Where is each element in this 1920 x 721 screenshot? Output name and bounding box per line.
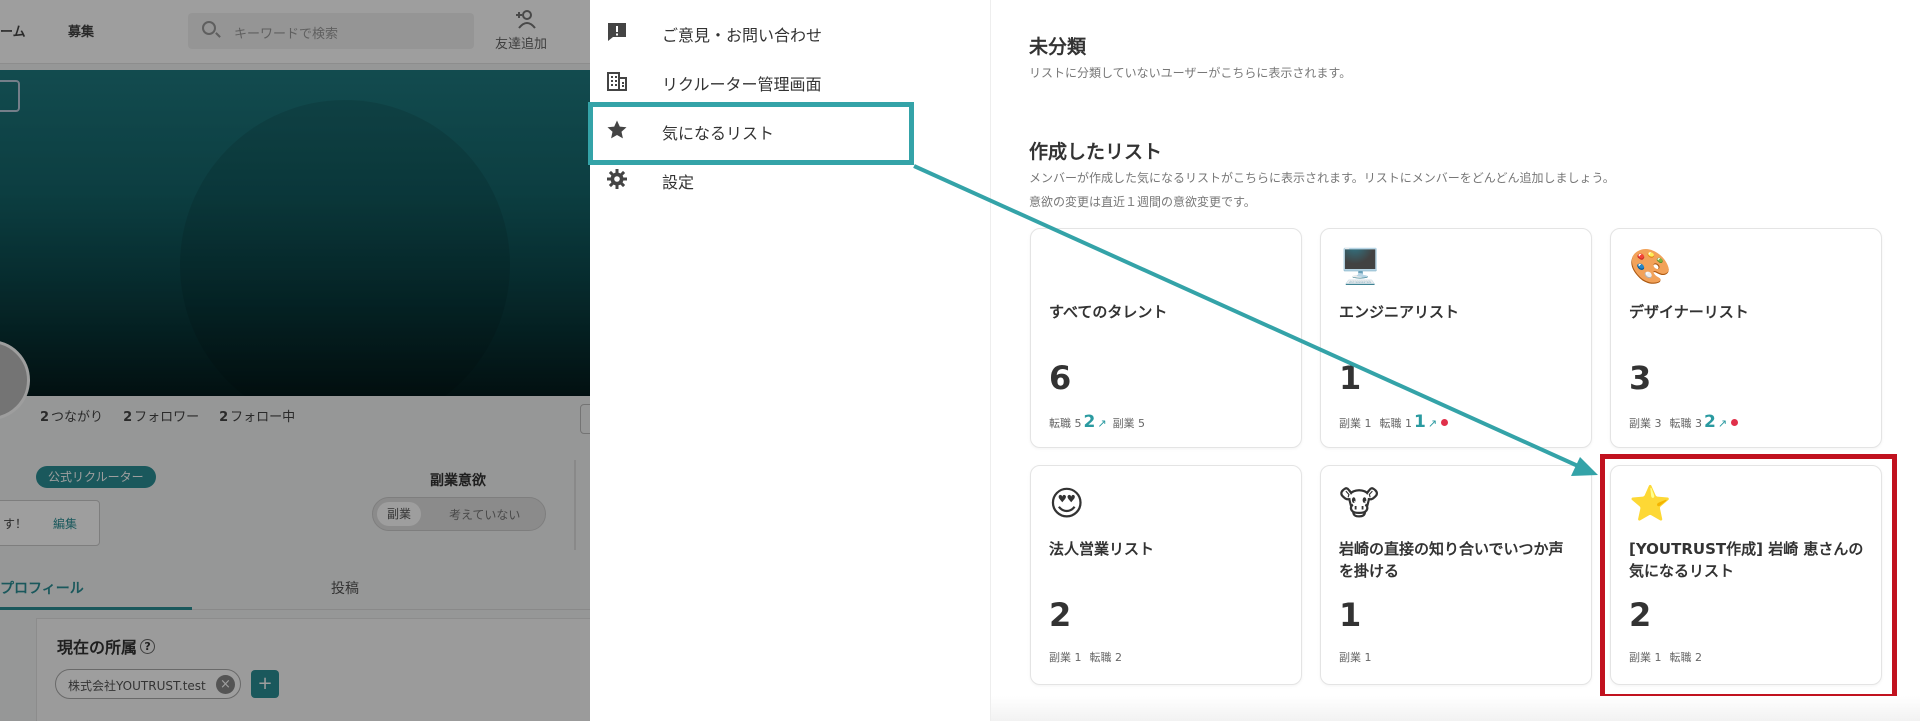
list-card-meta: 副業 1 転職 2 (1049, 651, 1122, 664)
side-job-toggle[interactable]: 副業 考えていない (372, 497, 546, 531)
list-card-iwasaki-contacts[interactable]: 🐮 岩崎の直接の知り合いでいつか声を掛ける 1 副業 1 (1320, 465, 1592, 685)
toggle-option-other[interactable]: 考えていない (449, 506, 520, 523)
menu-item-label: 設定 (662, 173, 695, 192)
affiliation-card: 現在の所属? 株式会社YOUTRUST.test × + (36, 618, 590, 721)
list-card-count: 3 (1629, 359, 1652, 397)
nav-recruit[interactable]: 募集 (68, 21, 94, 40)
trend-up-icon: ↗ (1097, 417, 1107, 430)
building-icon (607, 72, 627, 91)
list-card-name: 岩崎の直接の知り合いでいつか声を掛ける (1339, 540, 1564, 580)
nav-home-partial[interactable]: ーム (0, 21, 26, 40)
created-lists-description: メンバーが作成した気になるリストがこちらに表示されます。リストにメンバーをどんど… (1029, 171, 1615, 185)
stat-followers[interactable]: 2 フォロワー (123, 406, 199, 425)
list-card-meta: 副業 3 転職 3 2 ↗ (1629, 412, 1739, 432)
cow-icon: 🐮 (1339, 484, 1380, 524)
list-card-name: エンジニアリスト (1339, 303, 1460, 321)
cover-decoration (133, 70, 557, 396)
list-card-engineers[interactable]: 🖥️ エンジニアリスト 1 副業 1 転職 1 1 ↗ (1320, 228, 1592, 448)
side-job-title: 副業意欲 (430, 473, 486, 489)
divider (574, 460, 576, 550)
new-indicator-dot (1441, 419, 1449, 426)
created-lists-note: 意欲の変更は直近１週間の意欲変更です。 (1029, 195, 1256, 209)
computer-icon: 🖥️ (1339, 247, 1382, 287)
menu-item-feedback[interactable]: ご意見・お問い合わせ (590, 9, 990, 57)
add-friend-label[interactable]: 友達追加 (495, 33, 547, 52)
list-card-count: 6 (1049, 359, 1072, 397)
profile-background-panel: ーム 募集 キーワードで検索 友達追加 2 つながり 2 フォロワー 2 フォロー中 … (0, 0, 590, 721)
list-card-count: 2 (1049, 596, 1072, 634)
bottom-shadow (991, 696, 1920, 721)
menu-item-label: リクルーター管理画面 (662, 75, 822, 94)
connection-stats: 2 つながり 2 フォロワー 2 フォロー中 (40, 406, 295, 425)
search-placeholder: キーワードで検索 (234, 27, 339, 42)
add-affiliation-button[interactable]: + (251, 670, 279, 698)
toggle-option-selected[interactable]: 副業 (377, 502, 421, 526)
top-navigation-bar: ーム 募集 キーワードで検索 友達追加 (0, 0, 590, 64)
intro-box: す！ 編集 (0, 500, 100, 546)
edit-link[interactable]: 編集 (53, 515, 77, 532)
affiliation-chip: 株式会社YOUTRUST.test × (55, 669, 241, 699)
palette-icon: 🎨 (1629, 247, 1672, 287)
affiliation-chip-label: 株式会社YOUTRUST.test (68, 679, 206, 693)
add-friend-icon[interactable] (515, 9, 537, 29)
trend-up-icon: ↗ (1717, 417, 1728, 430)
gear-icon (607, 169, 627, 189)
help-icon[interactable]: ? (140, 639, 156, 654)
affiliation-title: 現在の所属? (57, 634, 156, 658)
intro-text: す！ (3, 517, 28, 531)
card-highlight-annotation (1600, 454, 1897, 699)
feedback-icon (608, 23, 626, 41)
profile-cover-image (0, 70, 590, 396)
list-card-count: 1 (1339, 596, 1362, 634)
menu-item-recruiter-admin[interactable]: リクルーター管理画面 (590, 58, 990, 106)
profile-action-button[interactable] (580, 404, 590, 434)
screenshot-root: ーム 募集 キーワードで検索 友達追加 2 つながり 2 フォロワー 2 フォロー中 … (0, 0, 1920, 721)
list-card-name: デザイナーリスト (1629, 303, 1749, 321)
remove-icon[interactable]: × (216, 675, 235, 694)
menu-item-label: ご意見・お問い合わせ (662, 26, 823, 45)
recruiter-badge: 公式リクルーター (36, 466, 156, 488)
list-card-count: 1 (1339, 359, 1362, 397)
created-lists-title: 作成したリスト (1029, 141, 1163, 163)
cover-edit-button[interactable] (0, 80, 20, 112)
new-indicator-dot (1731, 419, 1739, 426)
list-card-corporate-sales[interactable]: 😍 法人営業リスト 2 副業 1 転職 2 (1030, 465, 1302, 685)
tab-profile[interactable]: プロフィール (0, 578, 84, 598)
uncategorized-title: 未分類 (1029, 36, 1087, 58)
list-card-designers[interactable]: 🎨 デザイナーリスト 3 副業 3 転職 3 2 ↗ (1610, 228, 1882, 448)
tab-posts[interactable]: 投稿 (331, 578, 359, 598)
profile-tabs: プロフィール 投稿 (0, 564, 590, 610)
trend-up-icon: ↗ (1427, 417, 1438, 430)
list-card-name: 法人営業リスト (1049, 540, 1155, 558)
list-card-name: すべてのタレント (1049, 303, 1168, 321)
list-card-meta: 副業 1 転職 1 1 ↗ (1339, 412, 1449, 432)
search-icon (202, 21, 216, 35)
list-card-all-talent[interactable]: すべてのタレント 6 転職 5 2 ↗ 副業 5 (1030, 228, 1302, 448)
uncategorized-description: リストに分類していないユーザーがこちらに表示されます。 (1029, 66, 1352, 80)
list-card-meta: 副業 1 (1339, 651, 1372, 664)
tab-active-indicator (0, 607, 192, 610)
menu-highlight-annotation (588, 102, 914, 165)
search-input[interactable]: キーワードで検索 (188, 13, 474, 49)
stat-following[interactable]: 2 フォロー中 (219, 406, 295, 425)
heart-eyes-icon: 😍 (1049, 484, 1085, 524)
stat-connections[interactable]: 2 つながり (40, 406, 103, 425)
list-card-meta: 転職 5 2 ↗ 副業 5 (1049, 412, 1146, 432)
